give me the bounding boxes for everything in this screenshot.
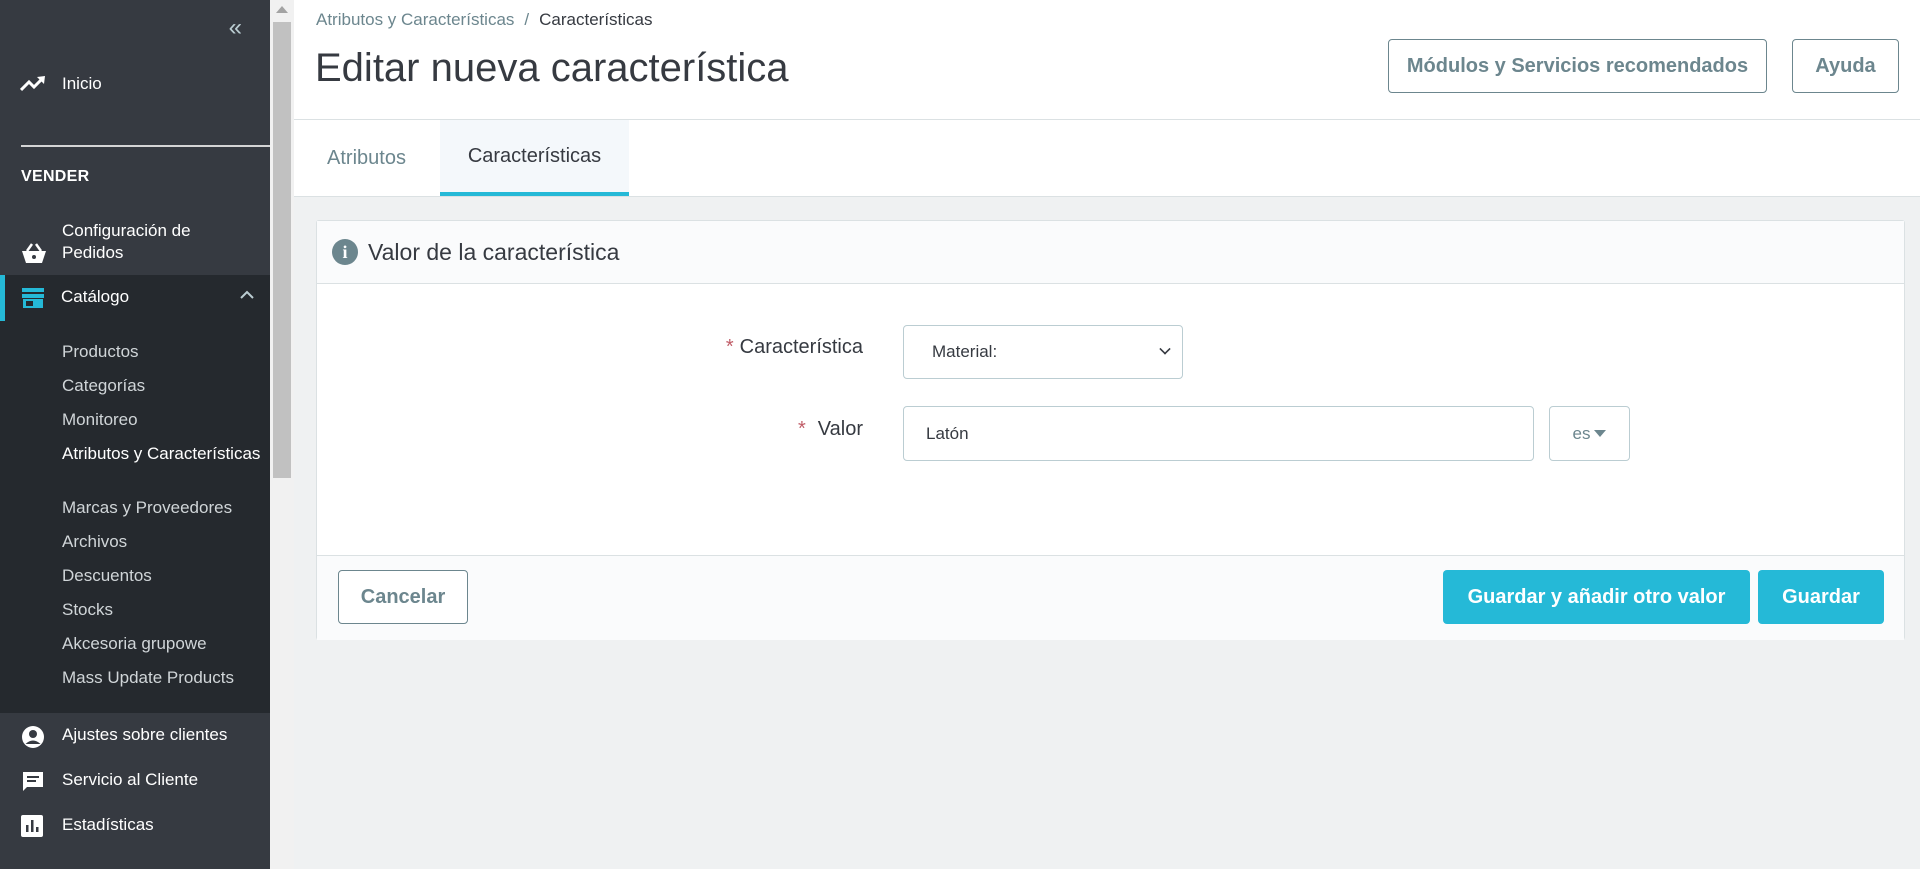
breadcrumb-separator: /	[524, 10, 530, 29]
sidebar-item-label: Inicio	[62, 74, 102, 93]
cancel-button[interactable]: Cancelar	[338, 570, 468, 624]
store-icon	[21, 287, 45, 314]
card-header: i Valor de la característica	[317, 221, 1904, 284]
required-asterisk: *	[725, 336, 734, 358]
feature-select[interactable]: Material:	[903, 325, 1183, 379]
submenu-item-productos[interactable]: Productos	[62, 341, 262, 362]
card-title: Valor de la característica	[368, 239, 620, 265]
breadcrumb-link[interactable]: Atributos y Características	[316, 10, 514, 29]
language-dropdown[interactable]: es	[1549, 406, 1630, 461]
sidebar-item-label: Catálogo	[61, 287, 130, 306]
submenu-item-marcas[interactable]: Marcas y Proveedores	[62, 497, 262, 518]
tab-atributos[interactable]: Atributos	[294, 120, 439, 196]
caret-down-icon	[1594, 430, 1607, 437]
collapse-sidebar-icon[interactable]: «	[229, 14, 242, 42]
recommended-modules-button[interactable]: Módulos y Servicios recomendados	[1388, 39, 1767, 93]
sidebar-item-stats[interactable]: Estadísticas	[0, 806, 270, 846]
sidebar-item-inicio[interactable]: Inicio	[0, 64, 270, 104]
sidebar-item-label: Estadísticas	[62, 815, 154, 834]
language-code: es	[1572, 423, 1591, 443]
sidebar: « Inicio VENDER Configuración de Pedidos…	[0, 0, 270, 869]
account-circle-icon	[21, 725, 45, 754]
sidebar-scrollbar[interactable]	[270, 0, 294, 869]
value-input[interactable]: Latón	[903, 406, 1534, 461]
chat-icon	[21, 770, 45, 799]
sidebar-item-customers[interactable]: Ajustes sobre clientes	[0, 716, 270, 756]
card-footer: Cancelar Guardar y añadir otro valor Gua…	[317, 555, 1904, 640]
active-indicator	[0, 275, 5, 321]
sidebar-item-label: Ajustes sobre clientes	[62, 725, 228, 744]
scroll-thumb[interactable]	[273, 22, 291, 478]
catalog-submenu: Productos Categorías Monitoreo Atributos…	[0, 321, 270, 713]
info-icon: i	[332, 239, 358, 265]
breadcrumb: Atributos y Características / Característi…	[316, 10, 653, 30]
submenu-item-akcesoria[interactable]: Akcesoria grupowe	[62, 633, 262, 654]
sidebar-section-title: VENDER	[21, 168, 90, 185]
sidebar-item-catalog[interactable]: Catálogo	[0, 275, 270, 321]
sidebar-item-label: Servicio al Cliente	[62, 770, 199, 789]
help-button[interactable]: Ayuda	[1792, 39, 1899, 93]
scroll-up-arrow-icon[interactable]	[276, 6, 288, 13]
sidebar-item-orders[interactable]: Configuración de Pedidos	[0, 218, 270, 274]
submenu-item-descuentos[interactable]: Descuentos	[62, 565, 262, 586]
trending-up-icon	[20, 75, 56, 93]
chevron-up-icon	[240, 287, 254, 303]
value-label-text: Valor	[817, 418, 863, 440]
sidebar-item-service[interactable]: Servicio al Cliente	[0, 761, 270, 801]
bar-chart-icon	[21, 815, 43, 842]
sidebar-item-label: Configuración de Pedidos	[62, 221, 191, 262]
submenu-item-atributos[interactable]: Atributos y Características	[62, 443, 262, 464]
feature-value-card: i Valor de la característica * Caracterís…	[316, 220, 1905, 640]
submenu-item-stocks[interactable]: Stocks	[62, 599, 262, 620]
submenu-item-monitoreo[interactable]: Monitoreo	[62, 409, 262, 430]
save-button[interactable]: Guardar	[1758, 570, 1884, 624]
submenu-item-categorias[interactable]: Categorías	[62, 375, 262, 396]
chevron-down-icon	[1159, 343, 1171, 355]
tab-bar: Atributos Características	[294, 120, 1920, 197]
page-title: Editar nueva característica	[315, 46, 789, 90]
required-asterisk: *	[797, 418, 806, 440]
basket-icon	[21, 242, 47, 269]
tab-caracteristicas[interactable]: Características	[440, 120, 629, 196]
breadcrumb-current: Características	[539, 10, 653, 29]
page-header: Atributos y Características / Característi…	[294, 0, 1920, 120]
feature-select-value: Material:	[932, 342, 998, 361]
value-input-text: Latón	[926, 423, 969, 443]
sidebar-divider	[21, 145, 270, 147]
submenu-item-archivos[interactable]: Archivos	[62, 531, 262, 552]
feature-label-text: Característica	[739, 336, 863, 358]
save-and-add-button[interactable]: Guardar y añadir otro valor	[1443, 570, 1750, 624]
submenu-item-mass-update[interactable]: Mass Update Products	[62, 667, 262, 688]
